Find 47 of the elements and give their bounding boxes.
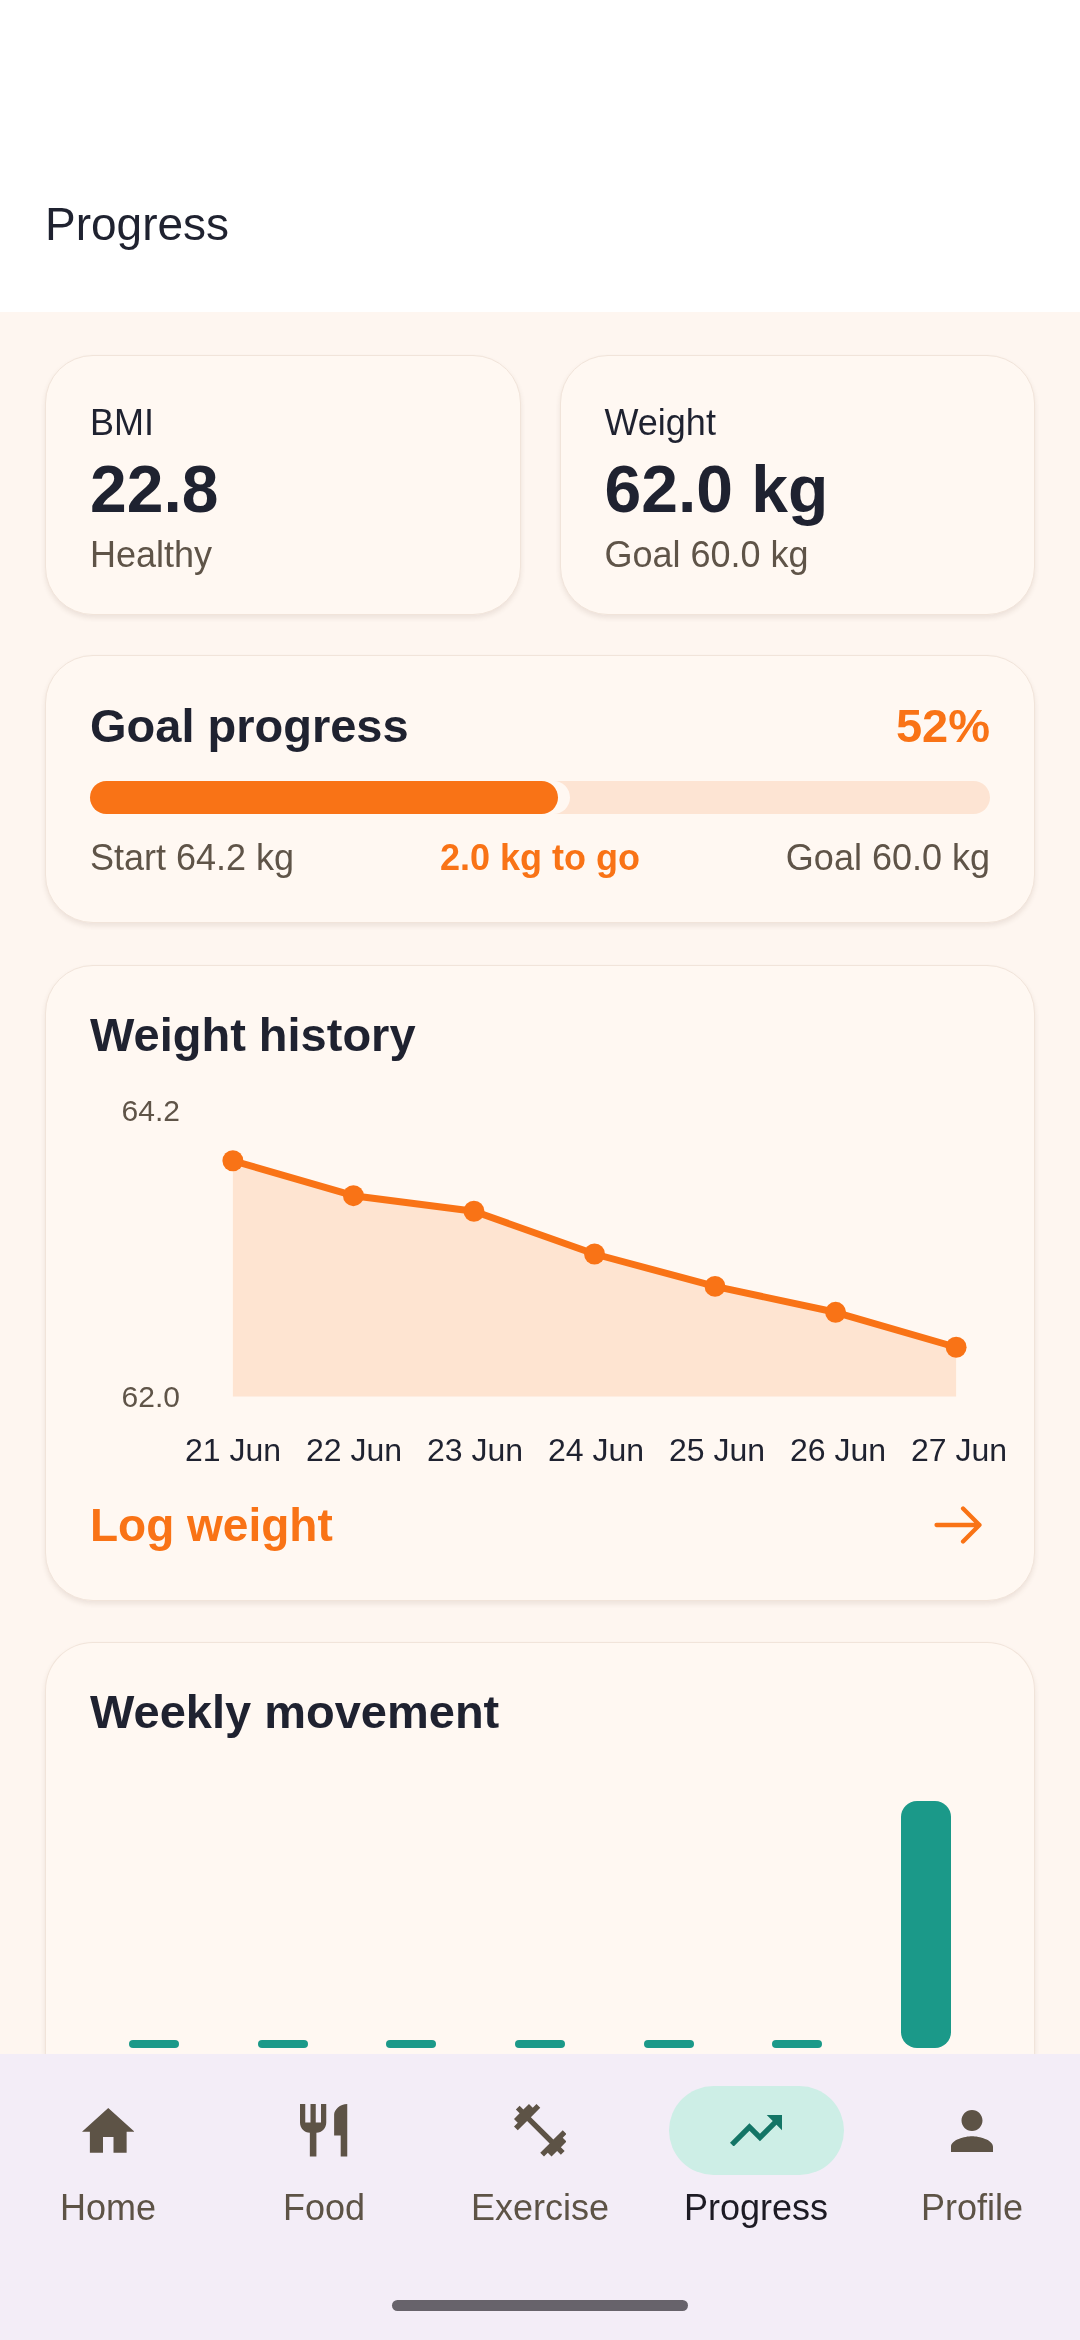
trending-up-icon xyxy=(729,2114,783,2147)
movement-bar xyxy=(386,2040,437,2048)
nav-item[interactable]: Progress xyxy=(648,2086,864,2229)
x-axis-label: 25 Jun xyxy=(668,1431,766,1469)
data-point xyxy=(945,1336,967,1358)
x-axis-label: 23 Jun xyxy=(426,1431,524,1469)
x-axis-label: 27 Jun xyxy=(910,1431,1008,1469)
stat-label: BMI xyxy=(90,401,155,444)
stat-value: 22.8 xyxy=(90,451,220,527)
data-point xyxy=(704,1275,726,1297)
data-point xyxy=(584,1243,605,1265)
stat-note: Goal 60.0 kg xyxy=(604,533,810,576)
data-point xyxy=(342,1185,364,1207)
start-weight: Start 64.2 kg xyxy=(90,836,295,879)
movement-bar xyxy=(772,2040,823,2048)
progress-percent: 52% xyxy=(895,698,990,754)
dumbbell-icon xyxy=(513,2104,567,2157)
card-title: Weekly movement xyxy=(90,1684,501,1740)
x-axis-label: 24 Jun xyxy=(547,1431,645,1469)
movement-bar xyxy=(643,2040,694,2048)
card-title: Goal progress xyxy=(90,698,409,754)
data-point xyxy=(463,1200,485,1222)
fork-knife-icon xyxy=(300,2104,348,2157)
data-point xyxy=(825,1301,847,1323)
y-axis-label: 64.2 xyxy=(121,1094,180,1128)
nav-item[interactable]: Food xyxy=(216,2086,432,2229)
nav-item[interactable]: Profile xyxy=(864,2086,1080,2229)
home-icon xyxy=(81,2108,135,2153)
goal-weight: Goal 60.0 kg xyxy=(785,836,990,879)
nav-item[interactable]: Home xyxy=(0,2086,216,2229)
movement-bar xyxy=(129,2040,180,2048)
person-icon xyxy=(951,2109,993,2152)
remaining-weight: 2.0 kg to go xyxy=(440,836,640,879)
stat-label: Weight xyxy=(604,401,717,444)
x-axis-label: 26 Jun xyxy=(789,1431,887,1469)
movement-bar xyxy=(515,2040,565,2048)
data-point xyxy=(222,1150,244,1172)
page-title: Progress xyxy=(45,197,230,251)
x-axis-label: 22 Jun xyxy=(305,1431,403,1469)
arrow-right-icon xyxy=(934,1506,982,1544)
stat-value: 62.0 kg xyxy=(604,451,830,527)
x-axis-label: 21 Jun xyxy=(184,1431,282,1469)
nav-item[interactable]: Exercise xyxy=(432,2086,648,2229)
movement-bar xyxy=(257,2040,308,2048)
stat-note: Healthy xyxy=(90,533,214,576)
card-title: Weight history xyxy=(90,1007,417,1063)
y-axis-label: 62.0 xyxy=(121,1380,180,1414)
